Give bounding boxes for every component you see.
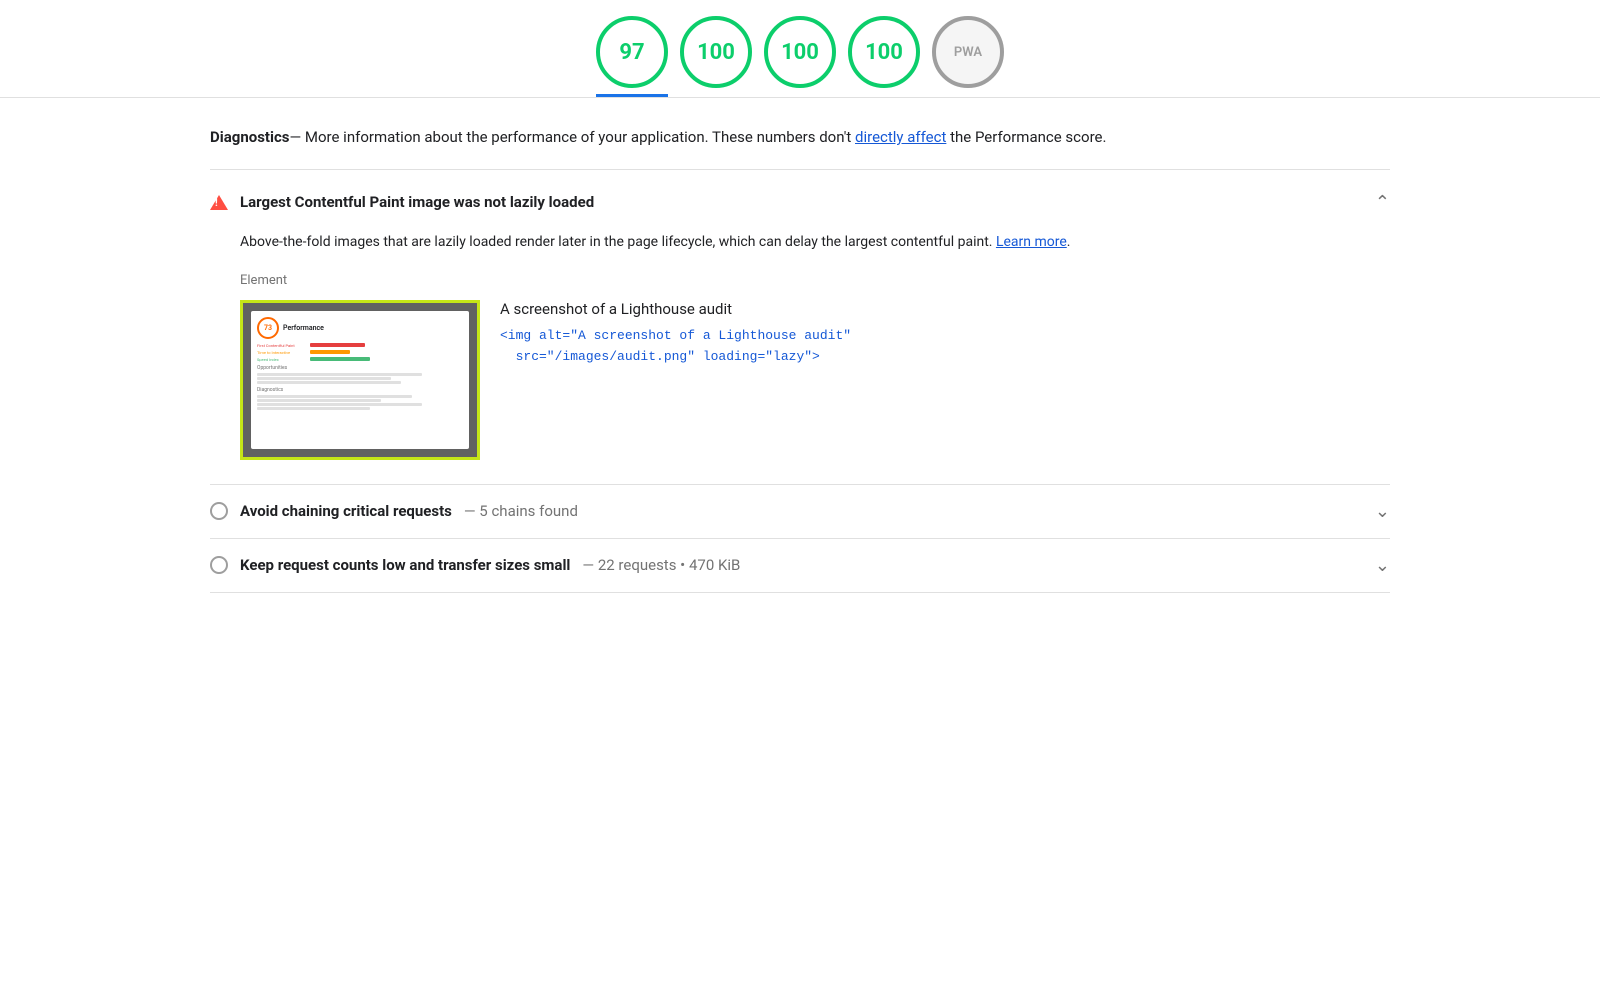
directly-affect-link[interactable]: directly affect	[855, 128, 946, 146]
element-code: <img alt="A screenshot of a Lighthouse a…	[500, 326, 1390, 368]
score-circle-100-a: 100	[680, 16, 752, 88]
section-divider	[210, 169, 1390, 170]
score-circle-pwa: PWA	[932, 16, 1004, 88]
element-info: A screenshot of a Lighthouse audit <img …	[500, 300, 1390, 368]
audit-request-title: Keep request counts low and transfer siz…	[240, 556, 570, 574]
audit-lcp-header[interactable]: Largest Contentful Paint image was not l…	[210, 174, 1390, 231]
circle-icon-critical	[210, 502, 228, 520]
score-pwa[interactable]: PWA	[932, 16, 1004, 97]
audit-lcp-title: Largest Contentful Paint image was not l…	[240, 193, 594, 211]
main-content: Diagnostics— More information about the …	[150, 98, 1450, 593]
score-circle-97: 97	[596, 16, 668, 88]
element-thumbnail: 73 Performance First Contentful Paint Ti…	[240, 300, 480, 460]
warning-triangle-icon	[210, 195, 228, 210]
circle-icon-requests	[210, 556, 228, 574]
diagnostics-label: Diagnostics	[210, 128, 289, 146]
learn-more-link[interactable]: Learn more	[996, 234, 1067, 250]
element-row: 73 Performance First Contentful Paint Ti…	[240, 300, 1390, 460]
score-best-practices[interactable]: 100	[764, 16, 836, 97]
diagnostics-section: Diagnostics— More information about the …	[210, 98, 1390, 165]
audit-request-counts: Keep request counts low and transfer siz…	[210, 539, 1390, 593]
chevron-down-icon-requests[interactable]: ⌄	[1375, 555, 1390, 576]
audit-critical-header[interactable]: Avoid chaining critical requests — 5 cha…	[210, 485, 1390, 538]
audit-lcp-content: Above-the-fold images that are lazily lo…	[210, 231, 1390, 484]
score-underline-active	[596, 94, 668, 97]
element-img-name: A screenshot of a Lighthouse audit	[500, 300, 1390, 318]
score-seo[interactable]: 100	[848, 16, 920, 97]
score-circle-100-c: 100	[848, 16, 920, 88]
audit-request-meta: — 22 requests • 470 KiB	[582, 556, 740, 574]
audit-critical-title: Avoid chaining critical requests	[240, 502, 452, 520]
audit-lcp-description: Above-the-fold images that are lazily lo…	[240, 231, 1390, 253]
score-performance[interactable]: 97	[596, 16, 668, 97]
audit-lcp-lazy-load: Largest Contentful Paint image was not l…	[210, 174, 1390, 485]
audit-critical-meta: — 5 chains found	[464, 502, 578, 520]
chevron-down-icon-critical[interactable]: ⌄	[1375, 501, 1390, 522]
audit-critical-requests: Avoid chaining critical requests — 5 cha…	[210, 485, 1390, 539]
score-accessibility[interactable]: 100	[680, 16, 752, 97]
chevron-up-icon[interactable]: ⌃	[1375, 192, 1390, 213]
scores-row: 97 100 100 100 PWA	[0, 0, 1600, 97]
element-label: Element	[240, 273, 1390, 288]
score-circle-100-b: 100	[764, 16, 836, 88]
audit-request-header[interactable]: Keep request counts low and transfer siz…	[210, 539, 1390, 592]
